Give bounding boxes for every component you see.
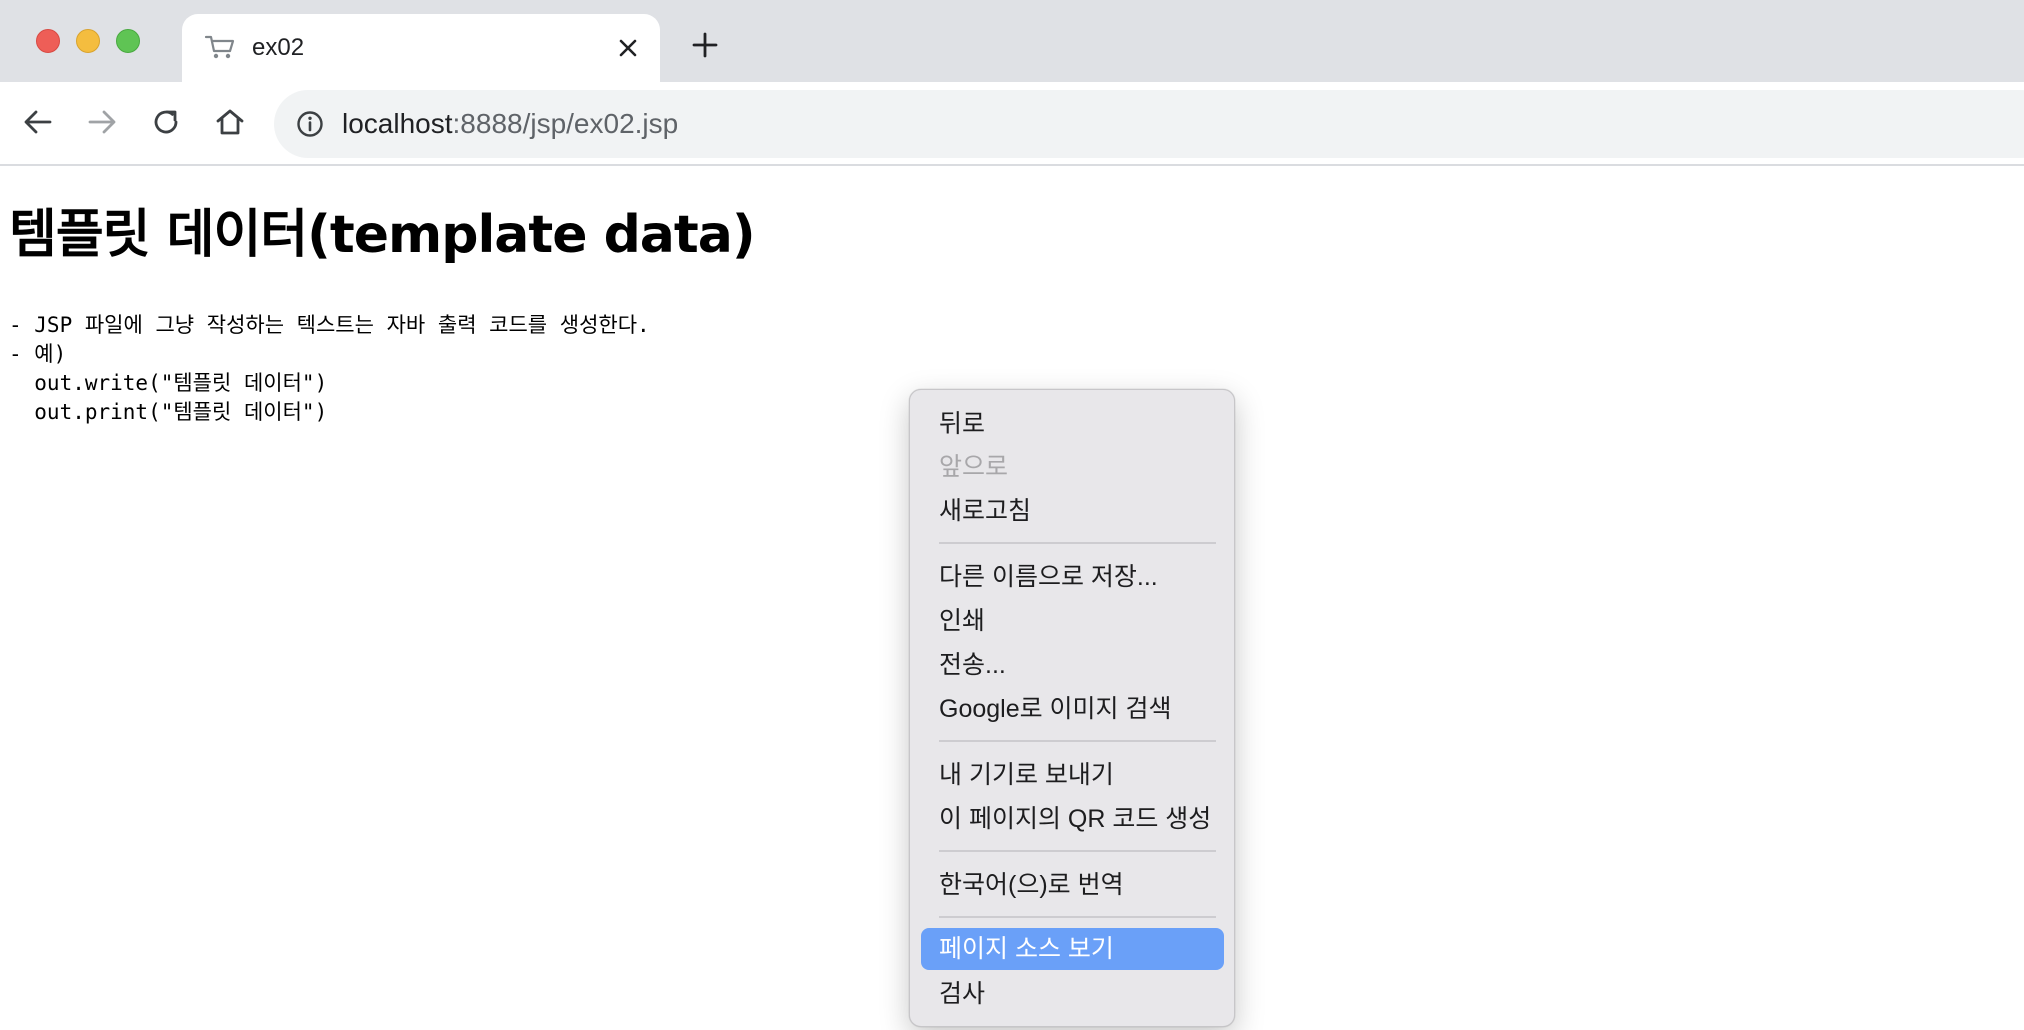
url-text: localhost:8888/jsp/ex02.jsp bbox=[342, 104, 678, 144]
context-menu: 뒤로 앞으로 새로고침 다른 이름으로 저장... 인쇄 전송... Googl… bbox=[909, 389, 1235, 1027]
menu-item-back[interactable]: 뒤로 bbox=[921, 403, 1224, 445]
reload-icon[interactable] bbox=[146, 102, 186, 142]
menu-item-translate[interactable]: 한국어(으)로 번역 bbox=[921, 864, 1224, 906]
window-close-button[interactable] bbox=[36, 29, 60, 53]
page-body-text: - JSP 파일에 그냥 작성하는 텍스트는 자바 출력 코드를 생성한다. -… bbox=[9, 311, 650, 427]
menu-item-search-images-google[interactable]: Google로 이미지 검색 bbox=[921, 688, 1224, 730]
menu-separator bbox=[939, 916, 1216, 918]
address-bar[interactable]: localhost:8888/jsp/ex02.jsp bbox=[274, 90, 2024, 158]
menu-item-inspect[interactable]: 검사 bbox=[921, 973, 1224, 1015]
home-icon[interactable] bbox=[210, 102, 250, 142]
window-minimize-button[interactable] bbox=[76, 29, 100, 53]
menu-separator bbox=[939, 850, 1216, 852]
url-host: localhost bbox=[342, 108, 453, 139]
window-maximize-button[interactable] bbox=[116, 29, 140, 53]
menu-item-send-to-devices[interactable]: 내 기기로 보내기 bbox=[921, 754, 1224, 796]
tab-close-icon[interactable] bbox=[614, 34, 642, 62]
browser-toolbar: localhost:8888/jsp/ex02.jsp bbox=[0, 82, 2024, 166]
menu-item-view-page-source[interactable]: 페이지 소스 보기 bbox=[921, 928, 1224, 970]
menu-separator bbox=[939, 542, 1216, 544]
menu-item-cast[interactable]: 전송... bbox=[921, 644, 1224, 686]
browser-tab[interactable]: ex02 bbox=[182, 14, 660, 84]
url-path: :8888/jsp/ex02.jsp bbox=[452, 108, 679, 139]
tab-title: ex02 bbox=[252, 34, 305, 61]
menu-item-print[interactable]: 인쇄 bbox=[921, 600, 1224, 642]
body-line: - 예) bbox=[9, 342, 67, 366]
menu-item-save-as[interactable]: 다른 이름으로 저장... bbox=[921, 556, 1224, 598]
body-line: out.print("템플릿 데이터") bbox=[9, 400, 328, 424]
menu-item-create-qr-code[interactable]: 이 페이지의 QR 코드 생성 bbox=[921, 798, 1224, 840]
menu-separator bbox=[939, 740, 1216, 742]
tab-strip: ex02 bbox=[0, 0, 2024, 84]
forward-arrow-icon[interactable] bbox=[82, 102, 122, 142]
page-heading: 템플릿 데이터(template data) bbox=[9, 205, 756, 265]
new-tab-icon[interactable] bbox=[690, 30, 720, 60]
menu-item-reload[interactable]: 새로고침 bbox=[921, 490, 1224, 532]
body-line: out.write("템플릿 데이터") bbox=[9, 371, 328, 395]
menu-item-forward: 앞으로 bbox=[939, 453, 1009, 481]
cart-icon bbox=[204, 32, 236, 62]
body-line: - JSP 파일에 그냥 작성하는 텍스트는 자바 출력 코드를 생성한다. bbox=[9, 313, 650, 337]
back-arrow-icon[interactable] bbox=[18, 102, 58, 142]
site-info-icon[interactable] bbox=[296, 110, 324, 138]
